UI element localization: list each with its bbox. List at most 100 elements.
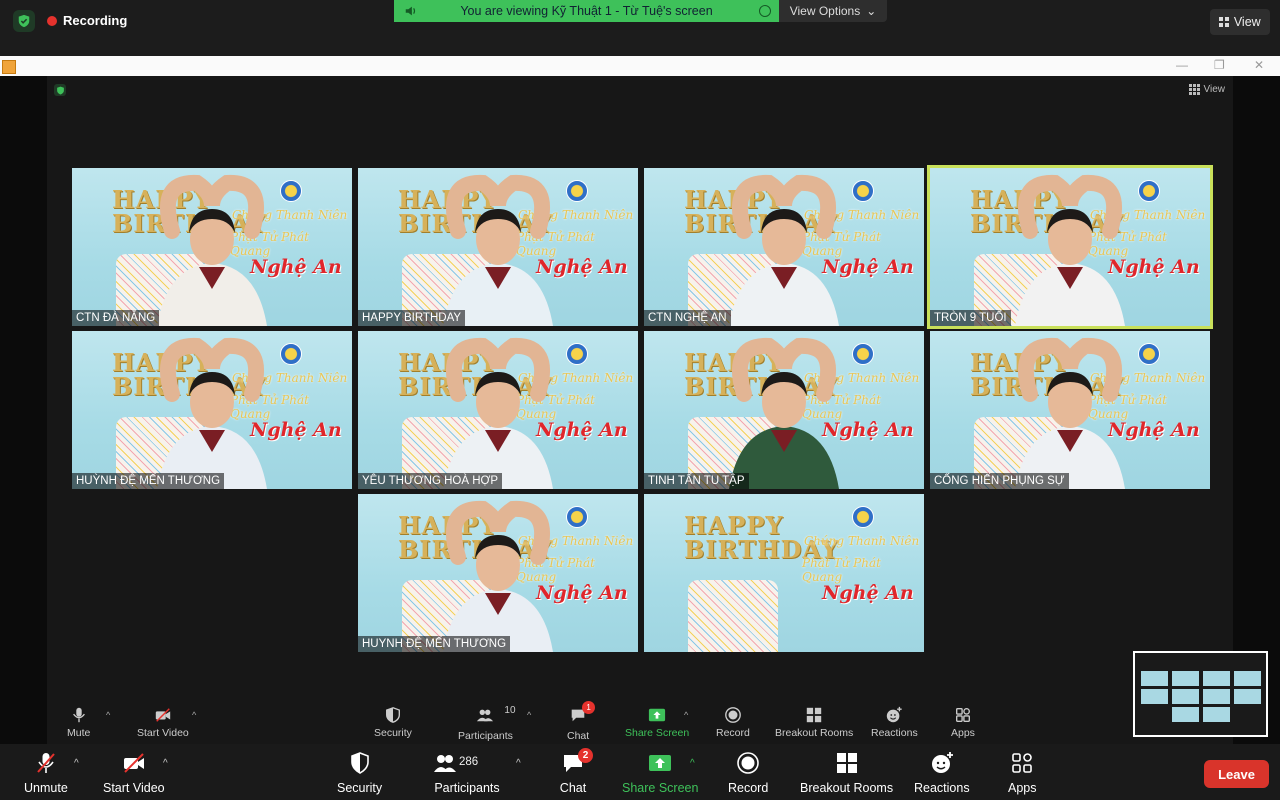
inner-participants-count: 10 [504,705,516,716]
reactions-icon [931,752,953,773]
inner-share-screen-label: Share Screen [625,727,690,739]
record-label: Record [728,781,769,795]
inner-participants-label: Participants [458,730,513,742]
inner-share-screen-button: Share Screen [625,704,689,744]
chat-button[interactable]: 2 Chat [559,748,593,795]
chat-label: Chat [559,781,587,795]
minimize-icon[interactable]: — [1176,58,1188,72]
thumbnail-tile [1234,689,1261,704]
share-screen-icon [649,755,672,771]
recording-indicator[interactable]: Recording [47,13,127,28]
participant-name-label: CTN ĐÀ NẴNG [72,310,160,326]
participants-label: Participants [434,781,500,795]
restore-icon[interactable]: ❐ [1214,58,1225,72]
close-icon[interactable]: ✕ [1254,58,1264,72]
shared-window-titlebar: — ❐ ✕ [0,56,1280,76]
share-screen-button[interactable]: Share Screen [622,750,698,795]
share-screen-icon [649,708,666,722]
grid-view-icon [1188,84,1200,95]
inner-apps-label: Apps [951,727,975,739]
participant-video [729,174,839,326]
backdrop-line2: Phật Tử Phát Quang [802,556,881,584]
inner-chat-button: 1 Chat [567,701,596,744]
video-tile[interactable]: HAPPY BIRTHDAY Chúng Thanh Niên Phật Tử Phá… [72,168,352,326]
microphone-muted-icon [37,753,55,773]
organization-logo-icon [852,506,874,528]
viewing-text: You are viewing Kỹ Thuật 1 - Từ Tuệ's sc… [460,4,713,18]
participant-name-label: YÊU THƯƠNG HOÀ HỢP [358,473,503,489]
video-options-caret-icon[interactable]: ^ [163,758,168,769]
breakout-icon-wrap [833,750,861,776]
inner-reactions-button: Reactions [871,704,918,744]
view-label: View [1233,15,1261,29]
apps-icon-wrap [1008,750,1036,776]
inner-start-video-button: Start Video [137,704,189,744]
view-options-button[interactable]: View Options ⌄ [779,0,887,22]
microphone-icon [72,707,85,723]
view-button[interactable]: View [1210,9,1270,35]
backdrop-line1: Chúng Thanh Niên [804,534,920,548]
participant-video [443,337,553,489]
recording-dot-icon [47,15,57,26]
start-video-button[interactable]: Start Video [103,750,165,795]
participant-video [1015,337,1125,489]
thumbnail-tile [1203,689,1230,704]
apps-icon [1012,753,1033,773]
apps-button[interactable]: Apps [1008,750,1037,795]
self-view-thumbnail[interactable] [1133,651,1268,737]
grid-view-icon [1219,17,1229,27]
share-options-caret-icon[interactable]: ^ [690,758,695,769]
unmute-button[interactable]: Unmute [24,750,68,795]
leave-button[interactable]: Leave [1204,760,1269,788]
status-circle-icon [759,5,771,17]
inner-mute-label: Mute [67,727,91,739]
encryption-shield-icon[interactable] [13,10,35,32]
caret-up-icon: ^ [106,710,111,720]
record-icon [725,707,741,723]
inner-record-label: Record [716,727,750,739]
participant-name-label: HUYNH ĐỆ MẾN THƯƠNG [358,636,511,652]
reactions-button[interactable]: Reactions [914,750,970,795]
inner-shield-icon [54,84,66,96]
view-options-label: View Options [789,4,861,18]
app-icon [2,60,16,74]
video-tile[interactable]: HAPPY BIRTHDAY Chúng Thanh Niên Phật Tử Phá… [644,331,924,489]
inner-view-label: View [1203,84,1226,95]
video-tile[interactable]: HAPPY BIRTHDAY Chúng Thanh Niên Phật Tử Phá… [358,331,638,489]
video-tile[interactable]: HAPPY BIRTHDAY Chúng Thanh Niên Phật Tử Phá… [644,168,924,326]
participants-caret-icon[interactable]: ^ [516,758,521,769]
video-tile-active-speaker[interactable]: HAPPY BIRTHDAY Chúng Thanh Niên Phật Tử Phá… [927,165,1213,329]
inner-mute-button: Mute [67,704,90,744]
backdrop-line3: Nghệ An [822,582,914,604]
record-icon [737,752,759,774]
unmute-label: Unmute [24,781,68,795]
participant-video [157,174,267,326]
meeting-toolbar: Unmute ^ Start Video ^ Security 286 Part… [0,744,1280,800]
participants-button[interactable]: 286 Participants [433,750,501,795]
inner-security-button: Security [374,704,412,744]
participant-video [729,337,839,489]
breakout-rooms-icon [806,707,822,723]
breakout-rooms-button[interactable]: Breakout Rooms [800,750,893,795]
security-icon-wrap [346,750,374,776]
inner-participants-button: 10 Participants [458,704,516,744]
video-tile[interactable]: HAPPY BIRTHDAY Chúng Thanh Niên Phật Tử Phá… [930,331,1210,489]
participant-video [1015,174,1125,326]
record-icon-wrap [734,750,762,776]
audio-options-caret-icon[interactable]: ^ [74,758,79,769]
security-label: Security [337,781,383,795]
chevron-down-icon: ⌄ [866,4,877,18]
video-tile[interactable]: HAPPY BIRTHDAY Chúng Thanh Niên Phật Tử Phá… [72,331,352,489]
video-tile[interactable]: HAPPY BIRTHDAY Chúng Thanh Niên Phật Tử Phá… [358,168,638,326]
participant-name-label: TINH TẤN TU TẬP [644,473,749,489]
participant-name-label: CỐNG HIẾN PHỤNG SỰ [930,473,1069,489]
shared-meeting-window: View HAPPY BIRTHDAY Chúng Thanh Niên Phật T… [47,76,1233,744]
record-button[interactable]: Record [728,750,768,795]
breakout-label: Breakout Rooms [800,781,894,795]
share-screen-label: Share Screen [622,781,699,795]
video-tile[interactable]: HAPPY BIRTHDAY Chúng Thanh Niên Phật Tử Phá… [358,494,638,652]
inner-participants-icon-wrap: 10 [476,704,516,727]
share-screen-icon-wrap [646,750,674,776]
video-tile[interactable]: HAPPY BIRTHDAY Chúng Thanh Niên Phật Tử Phá… [644,494,924,652]
security-button[interactable]: Security [337,750,382,795]
